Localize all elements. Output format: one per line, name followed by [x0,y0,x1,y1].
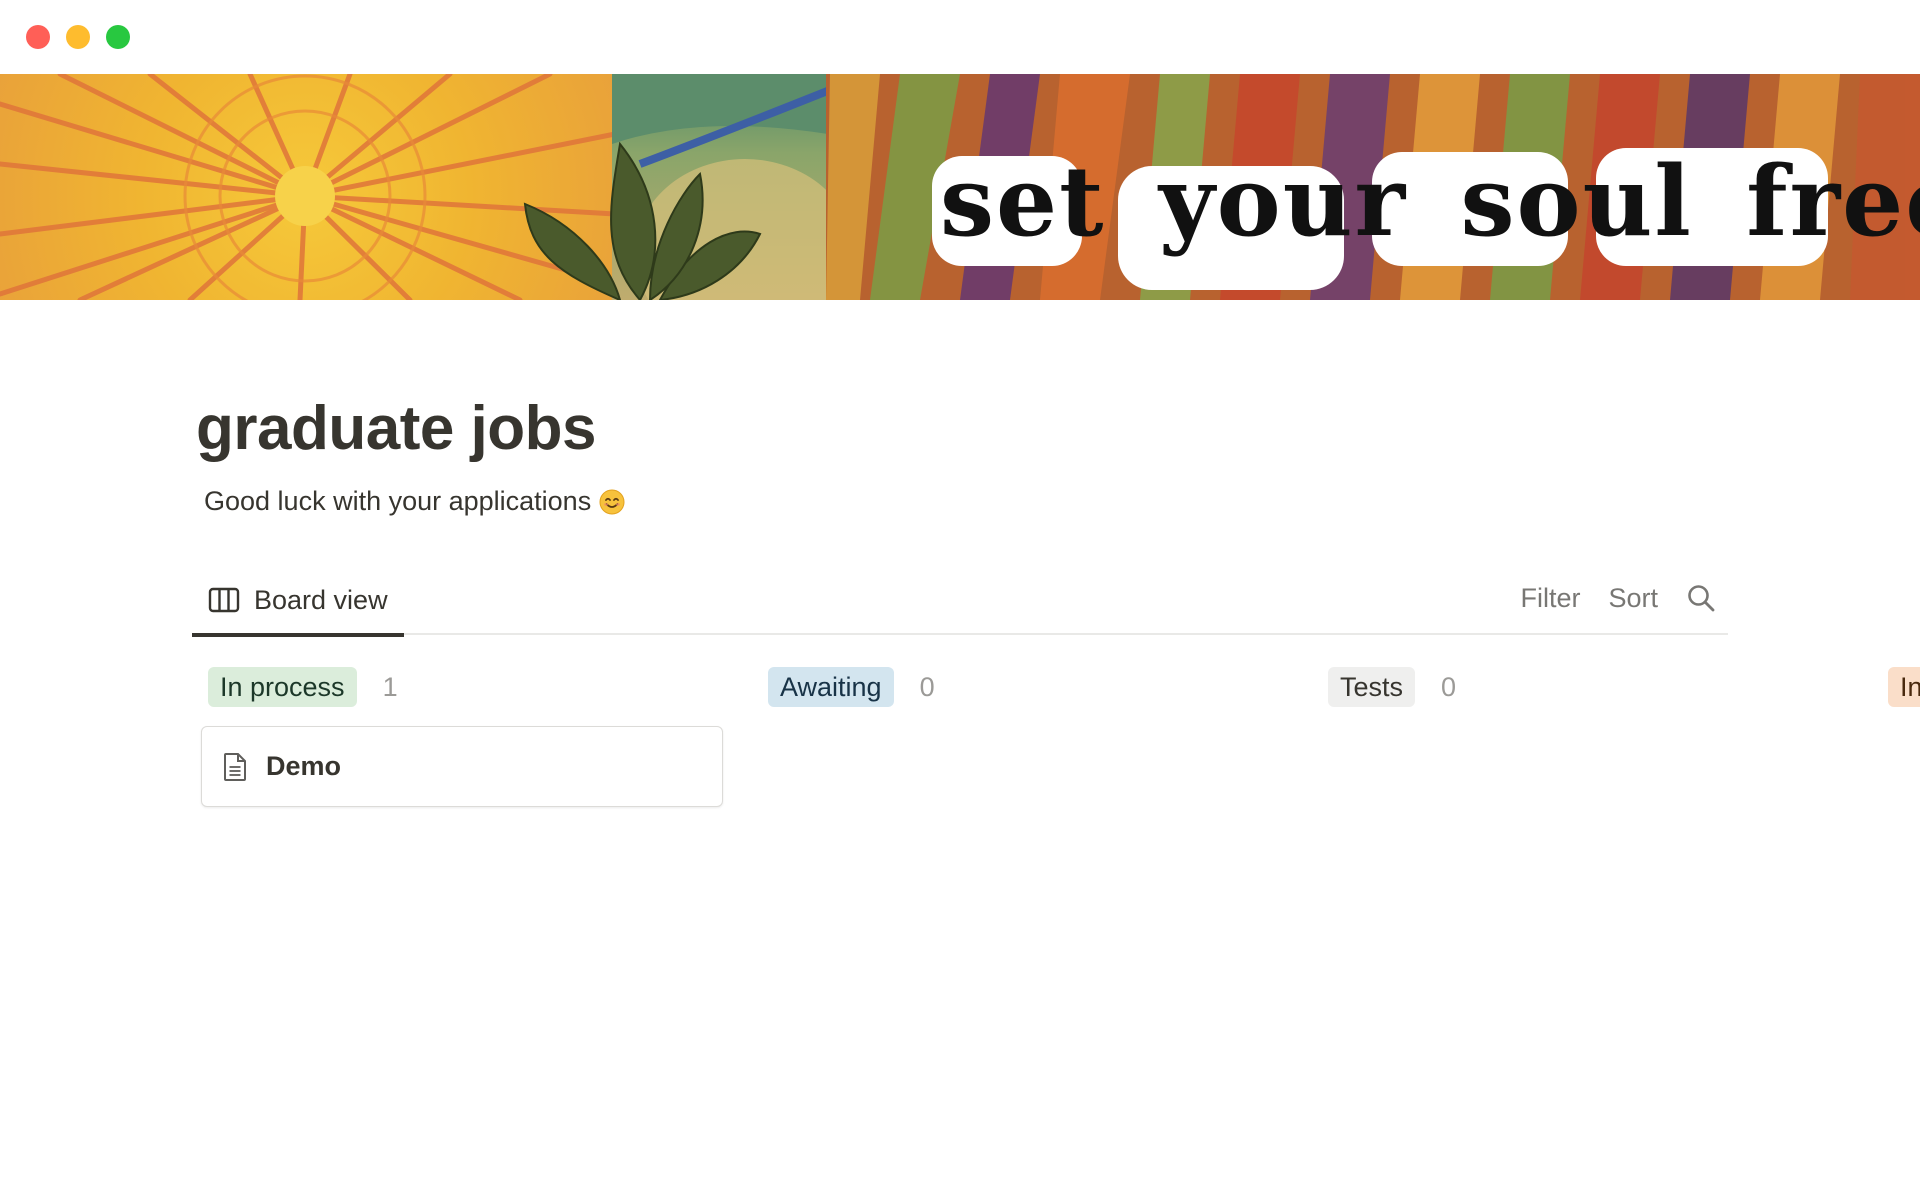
board-card-demo[interactable]: Demo [201,726,723,807]
tab-board-view-label: Board view [254,584,388,615]
filter-button[interactable]: Filter [1520,583,1580,614]
status-badge-tests: Tests [1328,667,1416,707]
view-toolbar: Filter Sort [1520,565,1716,631]
search-icon[interactable] [1686,583,1716,613]
page-description[interactable]: Good luck with your applications [204,488,625,515]
database-view-bar: Board view Filter Sort [192,565,1728,637]
status-badge-awaiting: Awaiting [768,667,894,707]
column-count: 0 [919,671,935,702]
column-count: 0 [1441,671,1457,702]
cover-quote-text: set your soul free. [940,145,1920,258]
page-icon [224,752,246,781]
cover-image: set your soul free. [0,74,1920,300]
board-column-partial[interactable]: In [1888,667,1920,707]
minimize-window-button[interactable] [66,25,90,49]
sort-button[interactable]: Sort [1608,583,1658,614]
board-column-awaiting[interactable]: Awaiting 0 [768,667,935,707]
tab-board-view[interactable]: Board view [192,565,404,637]
close-window-button[interactable] [26,25,50,49]
column-count: 1 [382,671,398,702]
card-title: Demo [266,751,342,781]
board-column-in-process[interactable]: In process 1 [208,667,398,707]
board-column-tests[interactable]: Tests 0 [1328,667,1456,707]
page-title[interactable]: graduate jobs [196,398,597,460]
smiling-face-emoji-icon [599,489,625,514]
page-description-text: Good luck with your applications [204,486,592,516]
status-badge-in-process: In process [208,667,357,707]
status-badge-partial: In [1888,667,1920,707]
maximize-window-button[interactable] [106,25,130,49]
board-icon [208,587,240,613]
window-titlebar [0,0,1920,74]
